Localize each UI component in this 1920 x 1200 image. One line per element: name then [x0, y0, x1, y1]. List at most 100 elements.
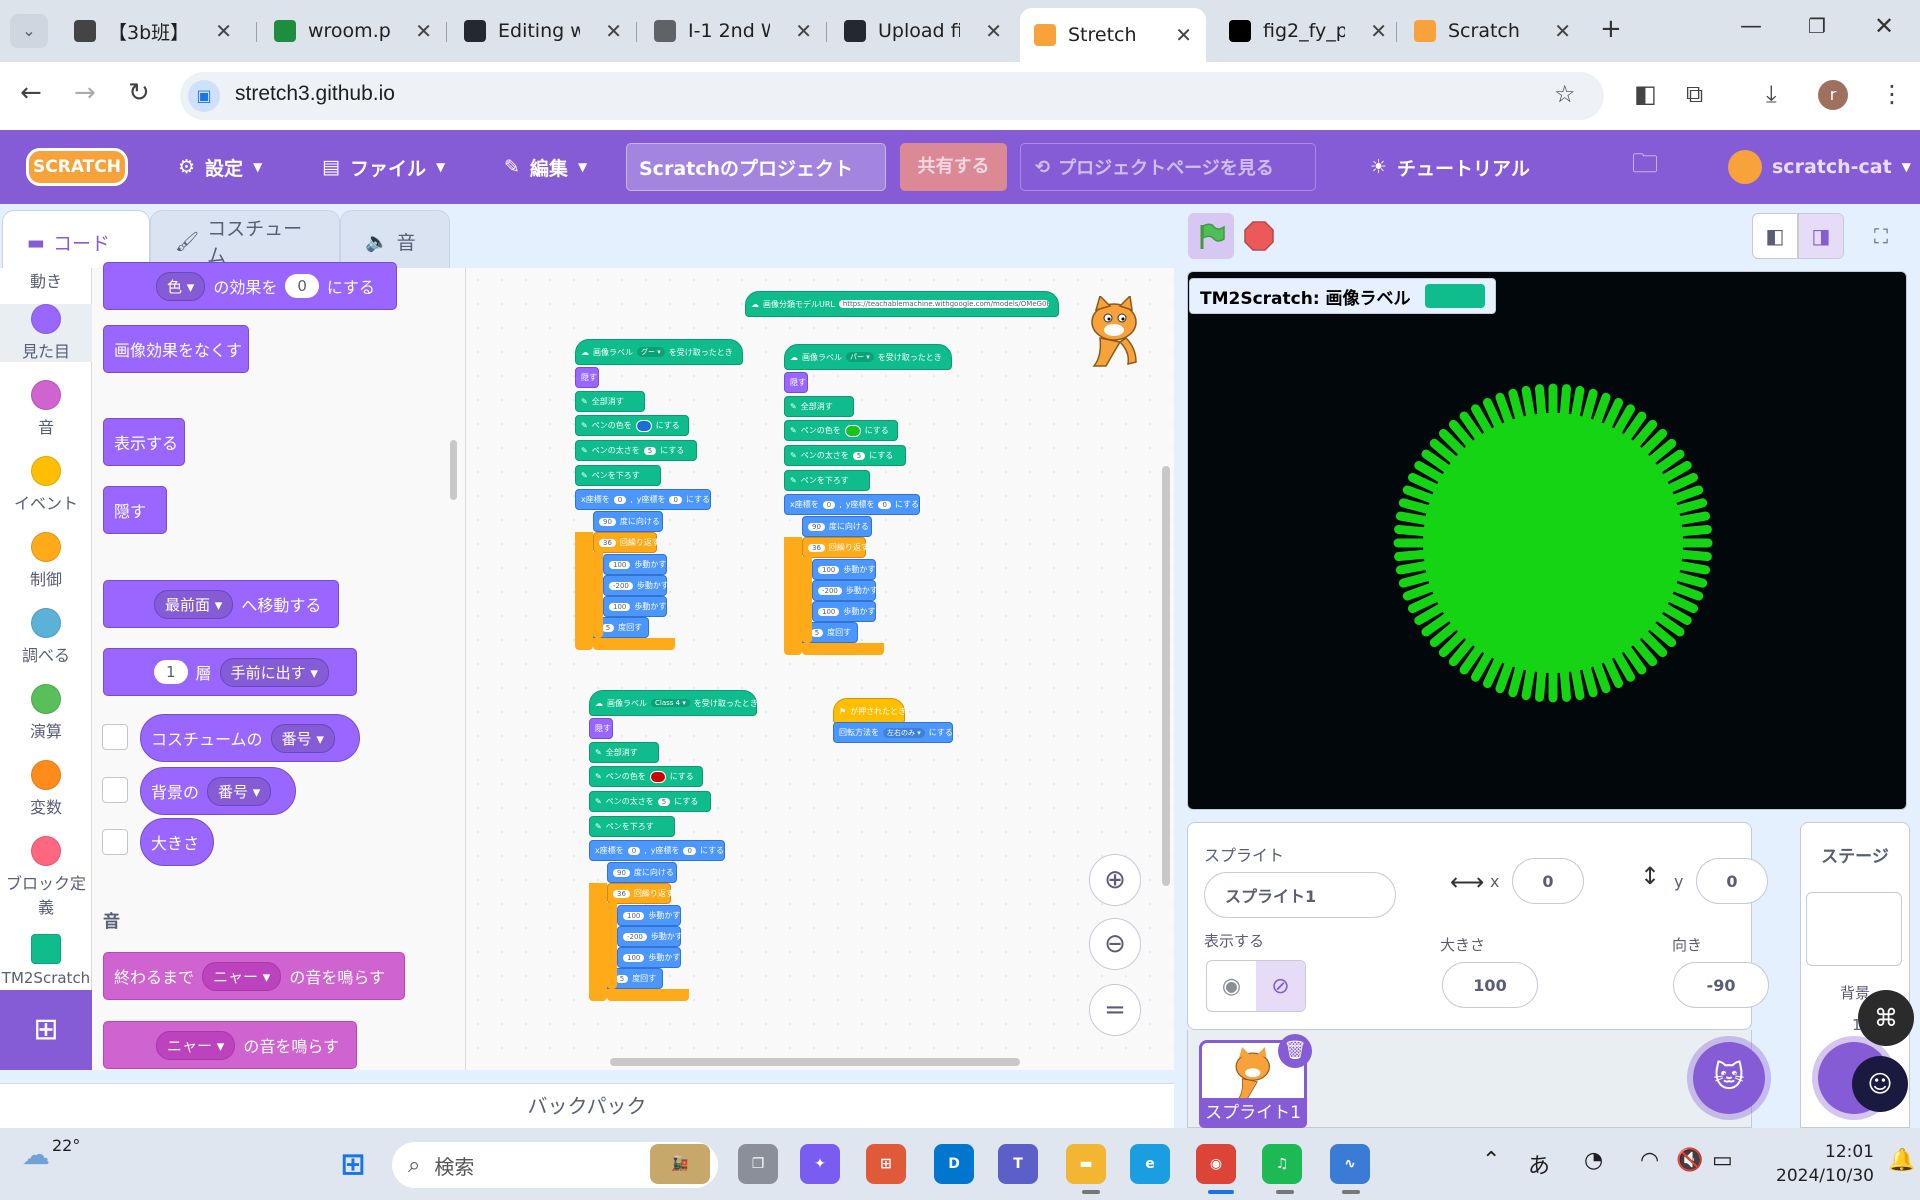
move-steps-block[interactable]: 100 歩動かす [603, 596, 667, 617]
when-label-received-hat[interactable]: ☁ 画像ラベル Class 4 ▾ を受け取ったとき [589, 690, 758, 716]
color-effect-block[interactable]: 色 ▾ の効果を 0 にする [103, 262, 397, 310]
script-workspace[interactable] [466, 268, 1174, 1070]
zoom-reset-icon[interactable]: = [1089, 984, 1141, 1036]
workspace-vertical-scrollbar[interactable] [1162, 466, 1170, 886]
url-text[interactable]: stretch3.github.io [235, 82, 395, 106]
backpack[interactable]: バックパック [0, 1083, 1174, 1128]
restore-button[interactable]: ❐ [1808, 14, 1826, 38]
close-tab-icon[interactable]: ✕ [1554, 19, 1571, 43]
browser-tab[interactable]: Upload file ✕ [830, 10, 1016, 52]
normal-stage-icon[interactable]: ◨ [1798, 213, 1844, 259]
costume-checkbox[interactable] [102, 724, 128, 750]
layers-value[interactable]: 1 [154, 660, 188, 684]
pen-down-block[interactable]: ✎ ペンを下ろす [589, 816, 675, 837]
stage-thumbnail[interactable] [1806, 892, 1902, 966]
size-checkbox[interactable] [102, 829, 128, 855]
category-9[interactable]: TM2Scratch [0, 934, 92, 987]
profile-avatar[interactable]: r [1818, 80, 1848, 110]
x-input[interactable]: 0 [1512, 858, 1584, 904]
ime-indicator[interactable]: あ [1528, 1148, 1550, 1180]
wifi-icon[interactable]: ◠ [1640, 1148, 1659, 1173]
close-tab-icon[interactable]: ✕ [415, 19, 432, 43]
minimize-button[interactable]: — [1740, 14, 1762, 39]
chevron-up-icon[interactable]: ⌃ [1482, 1148, 1500, 1173]
teams-icon[interactable]: T [998, 1144, 1038, 1184]
edit-menu[interactable]: ✎ 編集 ▼ [504, 130, 587, 204]
hide-block[interactable]: 隠す [575, 367, 599, 388]
mute-icon[interactable]: 🔇 [1676, 1148, 1703, 1173]
repeat-block[interactable]: 36 回繰り返す [802, 537, 869, 558]
y-input[interactable]: 0 [1696, 858, 1768, 904]
hide-block[interactable]: 隠す [103, 486, 167, 534]
close-tab-icon[interactable]: ✕ [1175, 23, 1192, 47]
move-steps-block[interactable]: -200 歩動かす [617, 926, 683, 947]
see-project-page-button[interactable]: ⟲ プロジェクトページを見る [1020, 143, 1316, 191]
add-extension-button[interactable]: ⊞ [0, 990, 92, 1070]
move-steps-block[interactable]: 100 歩動かす [617, 947, 681, 968]
settings-menu[interactable]: ⚙ 設定 ▼ [178, 130, 262, 204]
close-tab-icon[interactable]: ✕ [795, 19, 812, 43]
dell-icon[interactable]: D [934, 1144, 974, 1184]
back-icon[interactable]: ← [20, 78, 42, 108]
sprite-name-input[interactable]: スプライト1 [1204, 872, 1396, 918]
widgets-icon[interactable]: 🚂 [650, 1144, 710, 1184]
reload-icon[interactable]: ↻ [128, 78, 150, 108]
size-input[interactable]: 100 [1442, 962, 1538, 1008]
spotify-icon[interactable]: ♫ [1262, 1144, 1302, 1184]
category-4[interactable]: 制御 [0, 532, 92, 590]
effect-dropdown[interactable]: 色 ▾ [156, 271, 206, 301]
go-layers-block[interactable]: 1 層 手前に出す ▾ [103, 648, 357, 696]
sound-dropdown[interactable]: ニャー ▾ [156, 1030, 236, 1060]
pen-down-block[interactable]: ✎ ペンを下ろす [784, 470, 870, 491]
backdrop-dropdown[interactable]: 番号 ▾ [207, 776, 272, 806]
set-pen-color-block[interactable]: ✎ ペンの色を にする [589, 766, 703, 787]
close-tab-icon[interactable]: ✕ [605, 19, 622, 43]
notification-bell-icon[interactable]: 🔔 [1888, 1148, 1915, 1173]
browser-menu-icon[interactable]: ⋮ [1880, 80, 1904, 108]
zoom-in-icon[interactable]: ⊕ [1089, 854, 1141, 906]
zoom-out-icon[interactable]: ⊖ [1089, 918, 1141, 970]
scratch-logo[interactable]: SCRATCH [26, 148, 128, 186]
floating-assistant-icon[interactable]: ☺ [1852, 1056, 1908, 1112]
forward-icon[interactable]: → [74, 78, 96, 108]
pen-clear-block[interactable]: ✎ 全部消す [784, 396, 854, 417]
set-rotation-style-block[interactable]: 回転方法を 左右のみ ▾ にする [833, 722, 953, 743]
direction-input[interactable]: -90 [1673, 962, 1769, 1008]
size-reporter[interactable]: 大きさ [140, 818, 214, 866]
small-stage-icon[interactable]: ◧ [1752, 213, 1798, 259]
move-steps-block[interactable]: 100 歩動かす [603, 554, 667, 575]
start-icon[interactable]: ⊞ [333, 1144, 373, 1184]
model-url-block[interactable]: ☁ 画像分類モデルURL https://teachablemachine.with… [745, 291, 1059, 317]
move-steps-block[interactable]: 100 歩動かす [812, 559, 876, 580]
show-block[interactable]: 表示する [103, 418, 185, 466]
downloads-icon[interactable]: ⤓ [1766, 80, 1777, 108]
edge-icon[interactable]: e [1130, 1144, 1170, 1184]
close-tab-icon[interactable]: ✕ [1370, 19, 1387, 43]
direction-dropdown[interactable]: 手前に出す ▾ [219, 657, 329, 687]
green-flag-button[interactable] [1188, 213, 1234, 259]
battery-icon[interactable]: ▭ [1712, 1148, 1733, 1173]
category-1[interactable]: 見た目 [0, 304, 92, 362]
workspace-horizontal-scrollbar[interactable] [610, 1058, 1020, 1066]
backdrop-number-reporter[interactable]: 背景の 番号 ▾ [140, 767, 296, 815]
go-to-front-block[interactable]: 最前面 ▾ へ移動する [103, 580, 339, 628]
move-steps-block[interactable]: 100 歩動かす [617, 905, 681, 926]
costume-dropdown[interactable]: 番号 ▾ [270, 723, 335, 753]
set-pen-size-block[interactable]: ✎ ペンの太さを 5 にする [589, 791, 711, 812]
sidepanel-icon[interactable]: ◧ [1634, 80, 1657, 108]
site-info-icon[interactable]: ▣ [188, 80, 220, 112]
browser-tab[interactable]: Editing wel ✕ [450, 10, 636, 52]
my-stuff-icon[interactable]: 🗀 [1632, 130, 1658, 204]
stop-button[interactable] [1244, 221, 1274, 251]
backdrop-checkbox[interactable] [102, 777, 128, 803]
bookmark-star-icon[interactable]: ☆ [1554, 80, 1576, 108]
go-to-xy-block[interactable]: x座標を 0, y座標を 0 にする [784, 494, 920, 515]
file-menu[interactable]: ▤ ファイル ▼ [322, 130, 445, 204]
category-8[interactable]: ブロック定義 [0, 836, 92, 918]
set-pen-color-block[interactable]: ✎ ペンの色を にする [784, 420, 898, 441]
clear-effects-block[interactable]: 画像効果をなくす [103, 325, 249, 373]
clock[interactable]: 12:01 2024/10/30 [1762, 1140, 1874, 1188]
category-5[interactable]: 調べる [0, 608, 92, 666]
store-icon[interactable]: ⊞ [866, 1144, 906, 1184]
file-explorer-icon[interactable]: ▬ [1066, 1144, 1106, 1184]
